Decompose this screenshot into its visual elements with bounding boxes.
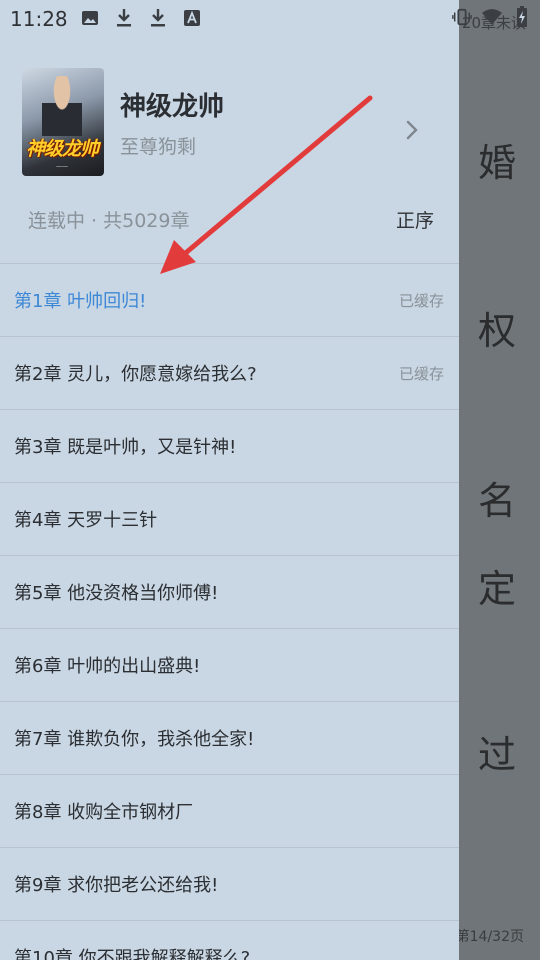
reader-text-line: 权 [477,309,516,353]
chapter-title: 第8章 收购全市钢材厂 [14,802,194,823]
chapter-title: 第9章 求你把老公还给我! [14,875,219,896]
download-icon [114,7,134,29]
book-author: 至尊狗剩 [120,136,197,158]
chapter-item[interactable]: 第3章 既是叶帅，又是针神! [0,409,459,482]
image-icon [80,7,100,29]
chapter-item[interactable]: 第10章 你不跟我解释解释么? [0,920,459,960]
chapter-item[interactable]: 第2章 灵儿，你愿意嫁给我么? 已缓存 [0,336,459,409]
status-time: 11:28 [10,7,68,31]
vibrate-icon [452,6,472,28]
status-bar: 11:28 [0,0,540,38]
chapter-title: 第2章 灵儿，你愿意嫁给我么? [14,364,257,385]
book-serial-status: 连载中 · 共5029章 [28,210,190,232]
cached-badge: 已缓存 [398,364,444,383]
chapter-item[interactable]: 第7章 谁欺负你，我杀他全家! [0,701,459,774]
cached-badge: 已缓存 [398,291,444,310]
chapter-item[interactable]: 第8章 收购全市钢材厂 [0,774,459,847]
cover-title: 神级龙帅 [26,138,99,160]
chapter-title: 第3章 既是叶帅，又是针神! [14,437,237,458]
wifi-icon [482,6,502,28]
chapter-item[interactable]: 第6章 叶帅的出山盛典! [0,628,459,701]
chapter-title: 第4章 天罗十三针 [14,510,158,531]
chapter-title: 第1章 叶帅回归! [14,291,147,312]
chapter-drawer: 神级龙帅 —— 神级龙帅 至尊狗剩 连载中 · 共5029章 正序 第1章 叶帅… [0,0,459,960]
chapter-item[interactable]: 第1章 叶帅回归! 已缓存 [0,263,459,336]
chapter-title: 第5章 他没资格当你师傅! [14,583,219,604]
text-a-icon [182,7,202,29]
chapter-title: 第10章 你不跟我解释解释么? [14,948,251,960]
chapter-item[interactable]: 第4章 天罗十三针 [0,482,459,555]
reader-text-line: 婚 [477,141,516,185]
download-icon [148,7,168,29]
cover-author-mark: —— [56,163,68,170]
book-title: 神级龙帅 [120,92,225,122]
reader-page-indicator: 第14/32页 [455,929,524,945]
cover-illustration [42,76,82,136]
reader-text-line: 定 [477,567,516,611]
chapter-title: 第7章 谁欺负你，我杀他全家! [14,729,255,750]
chapter-item[interactable]: 第5章 他没资格当你师傅! [0,555,459,628]
battery-icon [512,6,532,28]
chevron-right-icon[interactable] [402,118,422,142]
reader-text-line: 名 [477,479,516,523]
chapter-list: 第1章 叶帅回归! 已缓存 第2章 灵儿，你愿意嫁给我么? 已缓存 第3章 既是… [0,263,459,960]
reader-text-line: 过 [477,733,516,777]
sort-order-button[interactable]: 正序 [396,206,434,233]
book-info-header[interactable]: 神级龙帅 —— 神级龙帅 至尊狗剩 [22,68,442,178]
chapter-title: 第6章 叶帅的出山盛典! [14,656,201,677]
book-cover: 神级龙帅 —— [22,68,104,176]
chapter-item[interactable]: 第9章 求你把老公还给我! [0,847,459,920]
